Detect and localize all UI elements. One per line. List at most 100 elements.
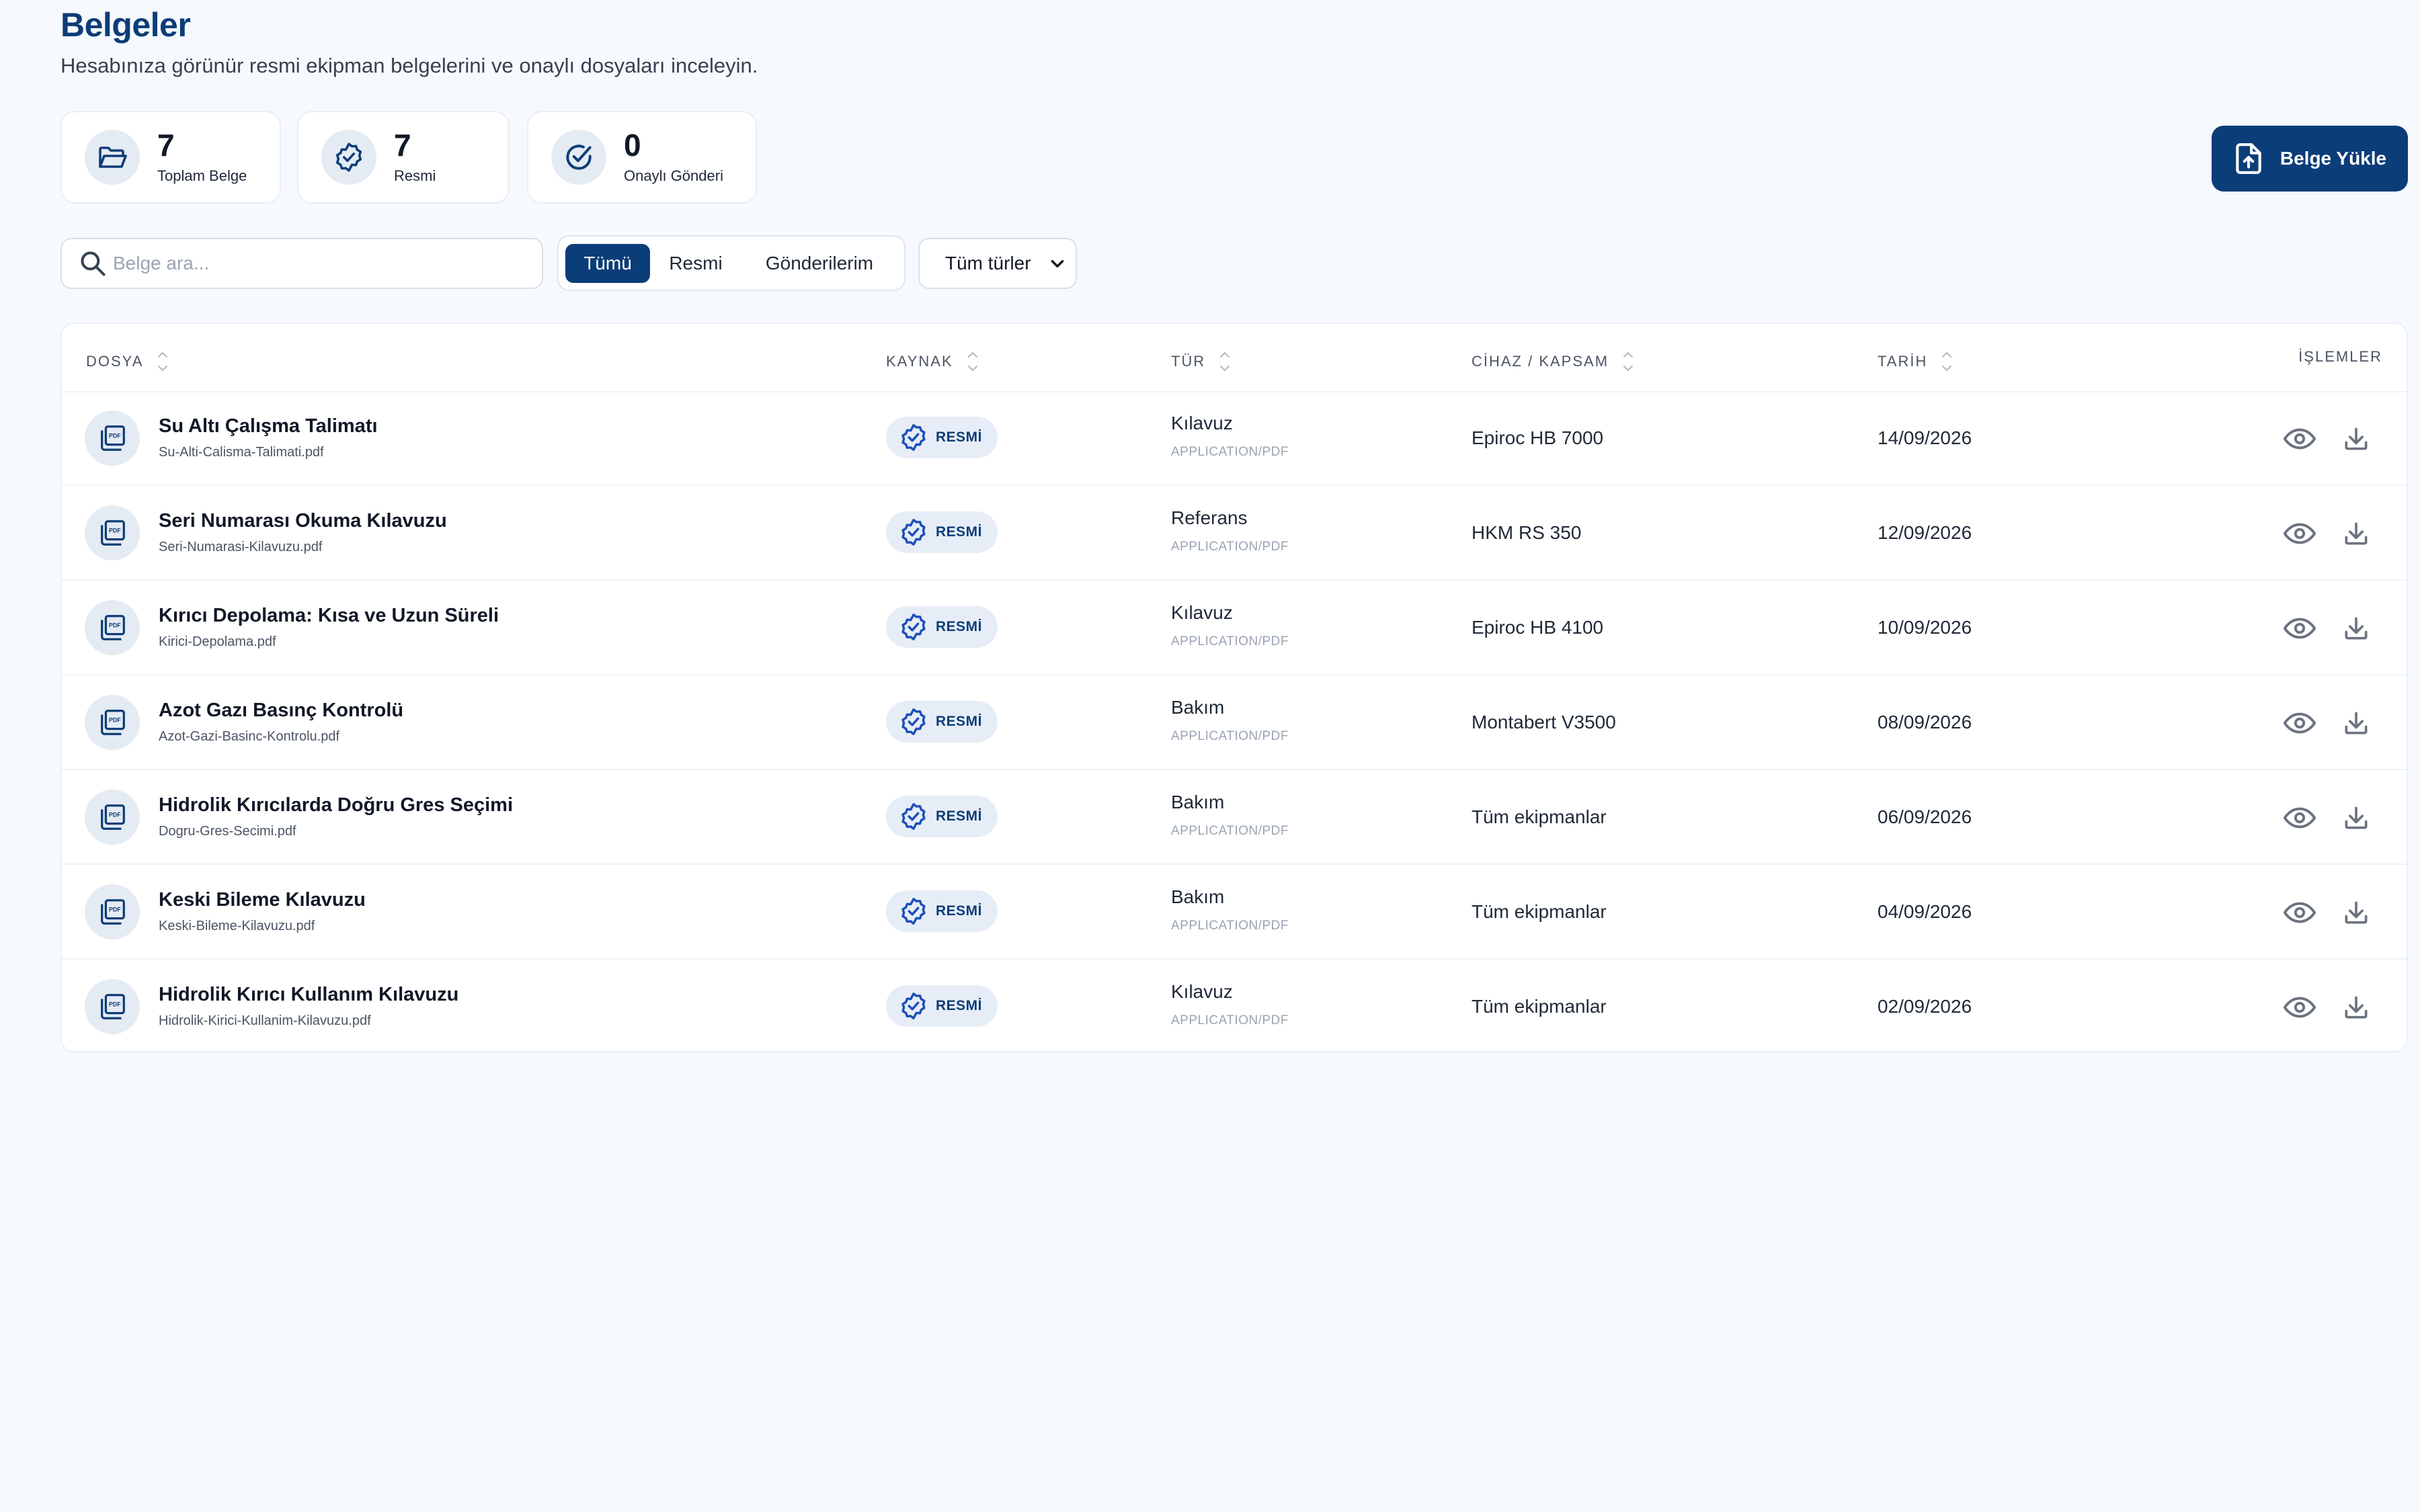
document-mime: APPLICATION/PDF [1171,729,1289,743]
verified-badge-icon [898,991,929,1021]
document-title[interactable]: Keski Bileme Kılavuzu [159,889,366,911]
source-filter-tabs: Tümü Resmi Gönderilerim [557,235,905,291]
document-title[interactable]: Seri Numarası Okuma Kılavuzu [159,510,447,532]
table-row[interactable]: PDF Su Altı Çalışma Talimatı Su-Alti-Calis… [62,391,2407,486]
document-title[interactable]: Hidrolik Kırıcılarda Doğru Gres Seçimi [159,794,513,816]
document-title[interactable]: Su Altı Çalışma Talimatı [159,415,378,437]
document-date: 08/09/2026 [1878,712,1972,732]
page-subtitle: Hesabınıza görünür resmi ekipman belgele… [61,54,758,77]
pdf-file-icon: PDF [85,411,140,466]
pdf-file-icon: PDF [85,695,140,750]
download-icon[interactable] [2339,897,2373,928]
download-icon[interactable] [2339,708,2373,739]
source-badge: RESMİ [886,985,998,1027]
column-header-date[interactable]: TARİH [1878,348,1954,375]
download-icon[interactable] [2339,423,2373,454]
verified-badge-icon [898,612,929,642]
documents-table: DOSYA KAYNAK TÜR CİHAZ / KAPSAM TARİH İŞ… [61,323,2408,1052]
view-icon[interactable] [2283,613,2316,644]
document-date: 06/09/2026 [1878,806,1972,827]
sort-icon [1939,348,1954,375]
table-row[interactable]: PDF Hidrolik Kırıcı Kullanım Kılavuzu Hidr… [62,960,2407,1051]
column-header-type[interactable]: TÜR [1171,348,1232,375]
file-upload-icon [2233,142,2264,175]
document-mime: APPLICATION/PDF [1171,919,1289,933]
upload-document-button[interactable]: Belge Yükle [2212,126,2408,192]
document-date: 04/09/2026 [1878,901,1972,922]
view-icon[interactable] [2283,802,2316,833]
verified-badge-icon [898,801,929,832]
table-header: DOSYA KAYNAK TÜR CİHAZ / KAPSAM TARİH İŞ… [62,324,2407,392]
device-scope: Tüm ekipmanlar [1471,806,1607,827]
tab-official[interactable]: Resmi [658,244,733,283]
page-title: Belgeler [61,6,191,44]
table-row[interactable]: PDF Kırıcı Depolama: Kısa ve Uzun Süreli K… [62,581,2407,675]
sort-icon [1621,348,1636,375]
document-mime: APPLICATION/PDF [1171,634,1289,648]
chevron-down-icon [1049,255,1066,272]
source-badge: RESMİ [886,606,998,648]
document-type: Kılavuz [1171,981,1233,1002]
source-badge-label: RESMİ [936,714,983,729]
column-header-scope[interactable]: CİHAZ / KAPSAM [1471,348,1636,375]
table-row[interactable]: PDF Seri Numarası Okuma Kılavuzu Seri-Numa… [62,486,2407,581]
document-type: Bakım [1171,886,1225,907]
upload-button-label: Belge Yükle [2280,148,2387,169]
document-mime: APPLICATION/PDF [1171,540,1289,554]
stat-value: 7 [394,128,411,163]
table-row[interactable]: PDF Keski Bileme Kılavuzu Keski-Bileme-Kil… [62,865,2407,960]
document-mime: APPLICATION/PDF [1171,445,1289,459]
document-type: Bakım [1171,697,1225,718]
pdf-file-icon: PDF [85,790,140,845]
stat-card-total: 7 Toplam Belge [61,111,281,204]
sort-icon [965,348,980,375]
document-filename: Kirici-Depolama.pdf [159,634,276,649]
source-badge: RESMİ [886,511,998,553]
document-filename: Dogru-Gres-Secimi.pdf [159,824,296,839]
document-title[interactable]: Azot Gazı Basınç Kontrolü [159,700,403,722]
device-scope: HKM RS 350 [1471,522,1582,543]
download-icon[interactable] [2339,802,2373,833]
download-icon[interactable] [2339,992,2373,1023]
source-badge: RESMİ [886,890,998,932]
table-row[interactable]: PDF Hidrolik Kırıcılarda Doğru Gres Seçim… [62,770,2407,865]
view-icon[interactable] [2283,897,2316,928]
tab-all[interactable]: Tümü [565,244,650,283]
source-badge-label: RESMİ [936,619,983,634]
type-filter-select[interactable]: Tüm türler [918,238,1077,289]
document-date: 12/09/2026 [1878,522,1972,543]
folder-open-icon [85,130,140,185]
document-title[interactable]: Hidrolik Kırıcı Kullanım Kılavuzu [159,984,458,1006]
download-icon[interactable] [2339,518,2373,549]
stat-value: 7 [157,128,175,163]
view-icon[interactable] [2283,992,2316,1023]
column-header-source[interactable]: KAYNAK [886,348,980,375]
download-icon[interactable] [2339,613,2373,644]
source-badge-label: RESMİ [936,429,983,445]
stat-label: Toplam Belge [157,167,247,184]
column-header-actions: İŞLEMLER [2298,348,2382,365]
document-mime: APPLICATION/PDF [1171,1013,1289,1027]
sort-icon [1217,348,1232,375]
view-icon[interactable] [2283,708,2316,739]
document-date: 14/09/2026 [1878,427,1972,448]
verified-badge-icon [898,422,929,453]
view-icon[interactable] [2283,423,2316,454]
verified-badge-icon [898,517,929,548]
tab-my-submissions[interactable]: Gönderilerim [743,244,896,283]
column-header-file[interactable]: DOSYA [86,348,170,375]
document-title[interactable]: Kırıcı Depolama: Kısa ve Uzun Süreli [159,605,499,627]
search-box[interactable] [61,238,543,289]
svg-text:PDF: PDF [109,812,121,818]
document-filename: Azot-Gazi-Basinc-Kontrolu.pdf [159,729,340,744]
source-badge-label: RESMİ [936,808,983,824]
pdf-file-icon: PDF [85,979,140,1034]
stat-label: Resmi [394,167,436,184]
view-icon[interactable] [2283,518,2316,549]
sort-icon [155,348,170,375]
table-row[interactable]: PDF Azot Gazı Basınç Kontrolü Azot-Gazi-Ba… [62,675,2407,770]
document-mime: APPLICATION/PDF [1171,824,1289,838]
stat-card-official: 7 Resmi [297,111,510,204]
search-input[interactable] [112,252,518,275]
document-type: Bakım [1171,792,1225,812]
